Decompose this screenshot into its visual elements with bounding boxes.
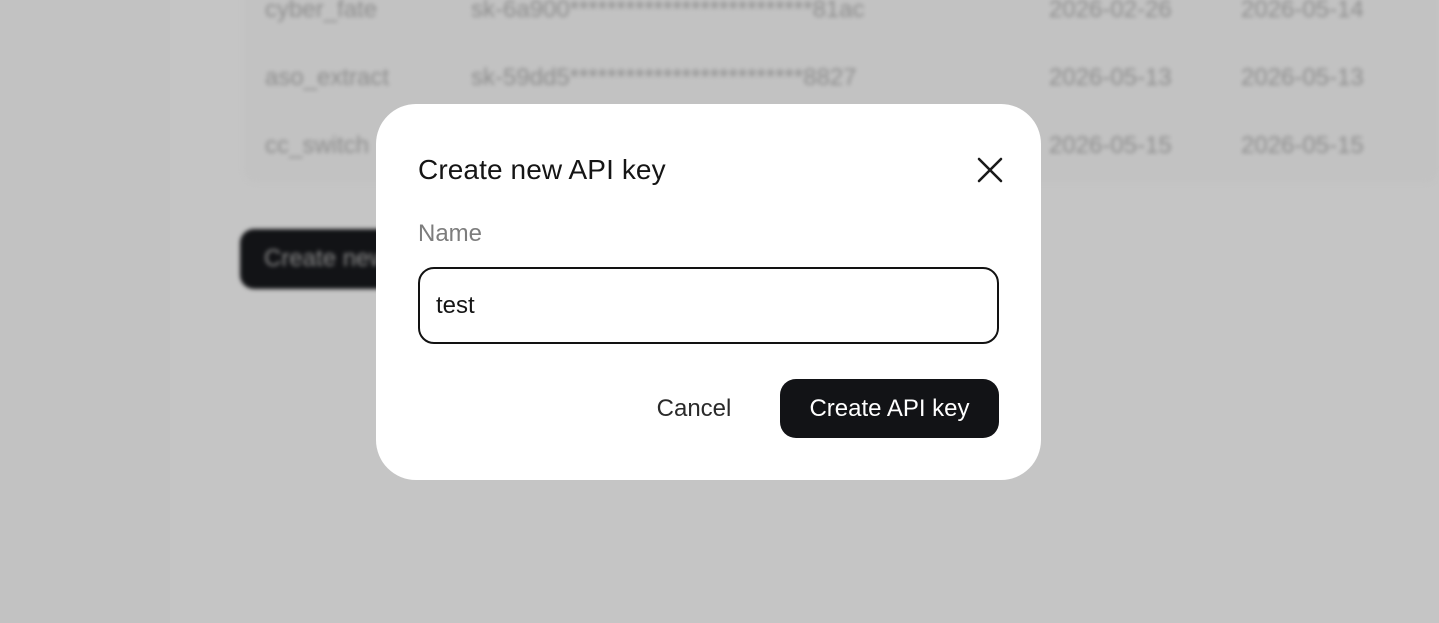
secret-key-cell: sk-6a900**************************81ac <box>471 0 865 23</box>
secret-key-cell: sk-59dd5*************************8827 <box>471 64 857 91</box>
key-name-cell: cc_switch <box>265 132 370 159</box>
name-field-label: Name <box>418 220 483 247</box>
created-date-cell: 2026-05-15 <box>1049 132 1172 159</box>
cancel-button[interactable]: Cancel <box>634 381 754 437</box>
name-input[interactable] <box>418 267 999 344</box>
table-row: aso_extract sk-59dd5********************… <box>265 56 1435 96</box>
close-icon <box>977 157 1003 183</box>
background-create-key-label: Create new <box>264 245 387 272</box>
last-used-cell: 2026-05-14 <box>1241 0 1364 23</box>
last-used-cell: 2026-05-15 <box>1241 132 1364 159</box>
key-name-cell: aso_extract <box>265 64 390 91</box>
close-button[interactable] <box>974 154 1006 186</box>
sidebar-area <box>0 0 170 623</box>
key-name-cell: cyber_fate <box>265 0 378 23</box>
last-used-cell: 2026-05-13 <box>1241 64 1364 91</box>
table-row: cyber_fate sk-6a900*********************… <box>265 0 1435 28</box>
create-api-key-button[interactable]: Create API key <box>780 379 999 438</box>
create-api-key-dialog: Create new API key Name Cancel Create AP… <box>376 104 1041 480</box>
created-date-cell: 2026-05-13 <box>1049 64 1172 91</box>
dialog-title: Create new API key <box>418 154 666 185</box>
created-date-cell: 2026-02-26 <box>1049 0 1172 23</box>
